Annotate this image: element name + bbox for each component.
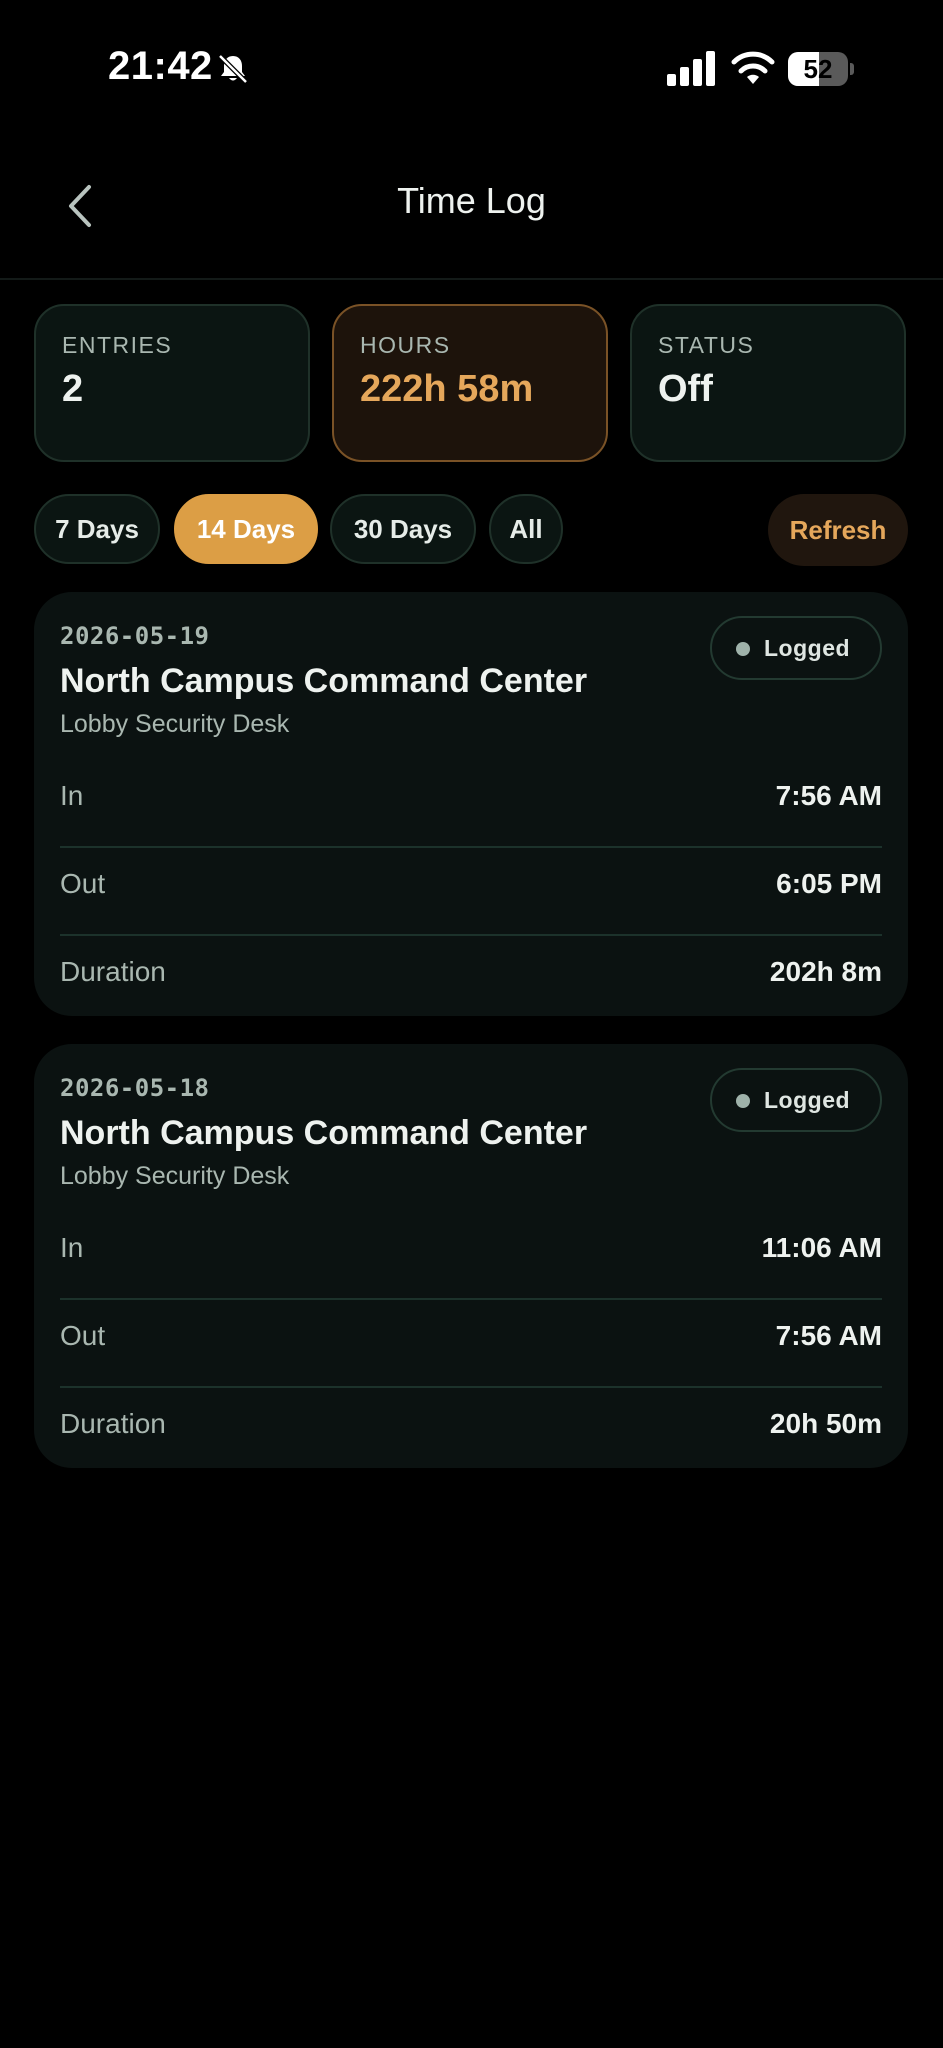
status-time: 21:42 [108, 44, 213, 88]
status-card: STATUS Off [630, 304, 906, 462]
entries-value: 2 [62, 368, 84, 410]
entry-date: 2026-05-18 [60, 1074, 210, 1102]
filter-7-days[interactable]: 7 Days [34, 494, 160, 564]
summary-cards: ENTRIES 2 HOURS 222h 58m STATUS Off [34, 304, 908, 466]
status-value: Off [658, 368, 713, 410]
status-dot-icon [736, 642, 750, 656]
battery-icon: 52 [788, 52, 854, 86]
filter-all[interactable]: All [489, 494, 563, 564]
cellular-signal-icon [667, 51, 715, 86]
row-label: Duration [60, 956, 166, 987]
hours-value: 222h 58m [360, 368, 534, 410]
battery-tip [850, 63, 854, 75]
entry-date: 2026-05-19 [60, 622, 210, 650]
battery-level: 52 [803, 54, 833, 84]
row-label: Duration [60, 1408, 166, 1439]
time-entry-card[interactable]: 2026-05-19 Logged North Campus Command C… [34, 592, 908, 1016]
status-badge: Logged [710, 616, 882, 680]
status-dot-icon [736, 1094, 750, 1108]
entry-row-in: In 11:06 AM [60, 1210, 882, 1300]
battery-body: 52 [788, 52, 848, 86]
row-label: In [60, 780, 84, 811]
status-badge: Logged [710, 1068, 882, 1132]
entry-row-duration: Duration 202h 8m [60, 934, 882, 1022]
row-value: 202h 8m [769, 956, 882, 987]
entry-row-duration: Duration 20h 50m [60, 1386, 882, 1474]
entries-card: ENTRIES 2 [34, 304, 310, 462]
entry-site: North Campus Command Center [60, 1114, 588, 1152]
row-value: 11:06 AM [761, 1232, 882, 1263]
row-value: 7:56 AM [775, 780, 882, 811]
entry-row-out: Out 7:56 AM [60, 1298, 882, 1388]
entry-row-in: In 7:56 AM [60, 758, 882, 848]
filter-30-days[interactable]: 30 Days [330, 494, 476, 564]
row-label: In [60, 1232, 84, 1263]
entry-row-out: Out 6:05 PM [60, 846, 882, 936]
hours-label: HOURS [360, 332, 451, 358]
wifi-icon [731, 51, 775, 84]
nav-header: Time Log [0, 140, 943, 280]
refresh-button[interactable]: Refresh [768, 494, 908, 566]
entry-post: Lobby Security Desk [60, 1162, 290, 1190]
hours-card: HOURS 222h 58m [332, 304, 608, 462]
row-value: 6:05 PM [776, 868, 882, 899]
entries-label: ENTRIES [62, 332, 173, 358]
entry-site: North Campus Command Center [60, 662, 588, 700]
time-entry-card[interactable]: 2026-05-18 Logged North Campus Command C… [34, 1044, 908, 1468]
row-label: Out [60, 1320, 106, 1351]
status-bar: 21:42 52 [0, 0, 943, 140]
page-title: Time Log [397, 180, 546, 221]
badge-label: Logged [764, 635, 851, 661]
row-value: 7:56 AM [775, 1320, 882, 1351]
entry-post: Lobby Security Desk [60, 710, 290, 738]
status-label: STATUS [658, 332, 755, 358]
row-value: 20h 50m [769, 1408, 882, 1439]
badge-label: Logged [764, 1087, 851, 1113]
bell-slash-icon [218, 54, 248, 84]
filter-14-days[interactable]: 14 Days [174, 494, 318, 564]
row-label: Out [60, 868, 106, 899]
